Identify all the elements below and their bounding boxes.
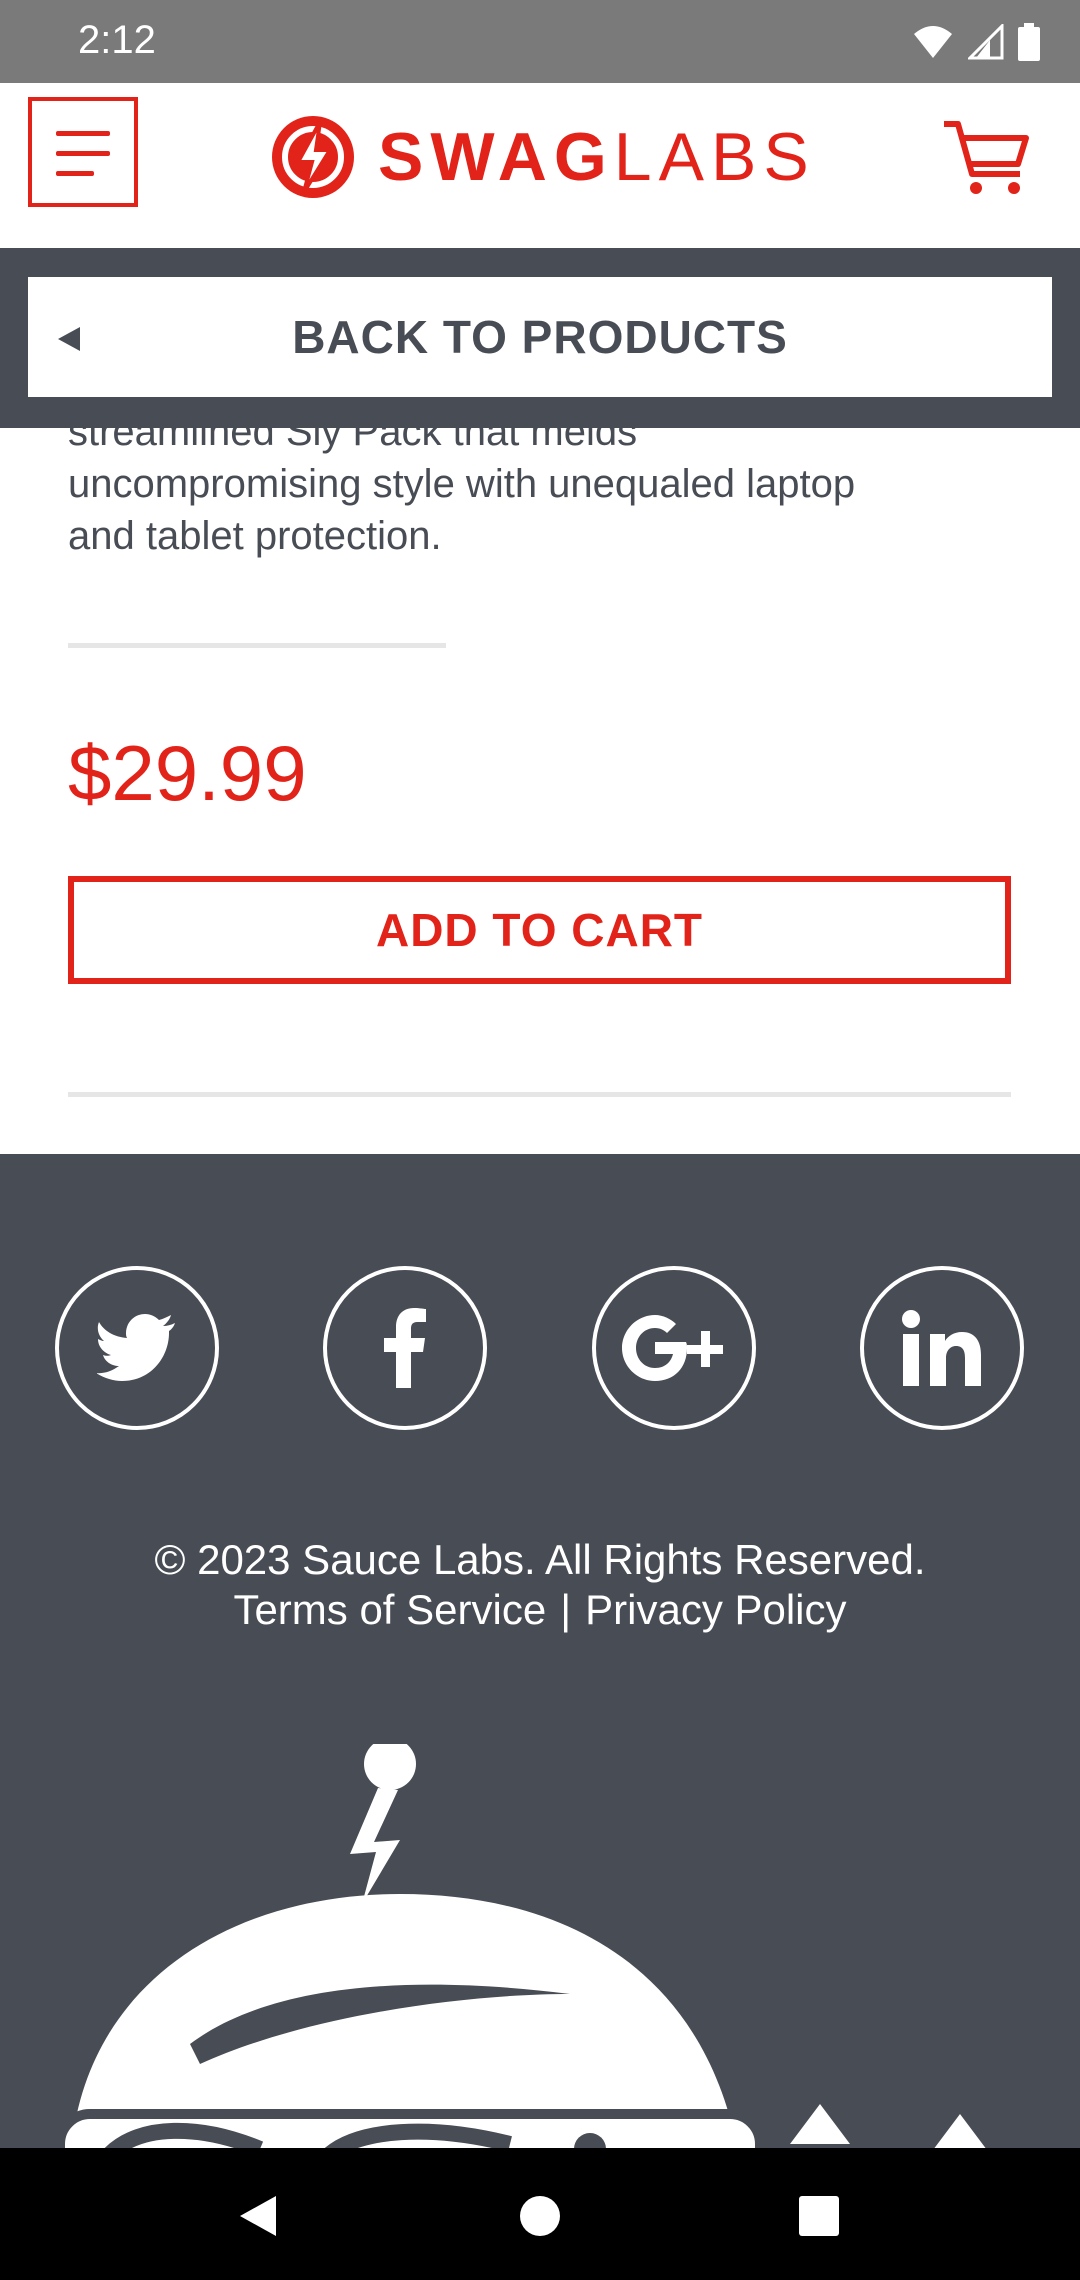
- twitter-button[interactable]: [55, 1266, 219, 1430]
- description-line: uncompromising style with unequaled lapt…: [68, 462, 856, 506]
- description-line: and tablet protection.: [68, 514, 442, 558]
- signal-icon: [968, 24, 1004, 60]
- privacy-policy-link[interactable]: Privacy Policy: [585, 1586, 846, 1634]
- cart-icon: [944, 121, 1029, 194]
- swag-bot-mascot-icon: [55, 1744, 986, 2148]
- description-line: streamlined Sly Pack that melds: [68, 428, 638, 454]
- back-nav-icon[interactable]: [236, 2194, 280, 2238]
- menu-button[interactable]: [28, 97, 138, 207]
- google-plus-icon: [622, 1315, 723, 1381]
- system-nav-bar: [0, 2148, 1080, 2280]
- facebook-icon: [384, 1308, 426, 1388]
- status-bar: 2:12: [0, 0, 1080, 83]
- linkedin-icon: [902, 1310, 981, 1386]
- link-separator: |: [560, 1586, 572, 1633]
- status-time: 2:12: [78, 18, 156, 62]
- add-to-cart-label: ADD TO CART: [375, 904, 704, 956]
- back-to-products-label: BACK TO PRODUCTS: [292, 311, 788, 363]
- home-nav-icon[interactable]: [518, 2194, 562, 2238]
- logo-text-bold: SWAG: [378, 119, 614, 195]
- logo-text-light: LABS: [613, 119, 816, 195]
- facebook-button[interactable]: [323, 1266, 487, 1430]
- back-bar: BACK TO PRODUCTS: [0, 248, 1080, 428]
- google-plus-button[interactable]: [592, 1266, 756, 1430]
- short-divider: [68, 643, 446, 648]
- footer-links: Terms of Service | Privacy Policy: [0, 1586, 1080, 1634]
- linkedin-button[interactable]: [860, 1266, 1024, 1430]
- product-details: streamlined Sly Pack that melds uncompro…: [0, 428, 1080, 1154]
- battery-icon: [1018, 23, 1040, 61]
- product-description: streamlined Sly Pack that melds uncompro…: [68, 428, 1028, 562]
- long-divider: [68, 1092, 1011, 1097]
- wifi-icon: [914, 26, 952, 58]
- back-arrow-icon: [58, 327, 80, 351]
- recents-nav-icon[interactable]: [798, 2195, 840, 2237]
- footer: © 2023 Sauce Labs. All Rights Reserved. …: [0, 1154, 1080, 2148]
- back-to-products-button[interactable]: BACK TO PRODUCTS: [28, 277, 1052, 397]
- app-header: SWAGLABS: [0, 83, 1080, 248]
- product-price: $29.99: [68, 729, 307, 817]
- lightning-logo-icon: [272, 116, 354, 198]
- copyright-text: © 2023 Sauce Labs. All Rights Reserved.: [154, 1536, 926, 1583]
- swag-labs-logo: SWAGLABS: [270, 107, 816, 207]
- twitter-icon: [97, 1314, 175, 1381]
- logo-text: SWAGLABS: [378, 118, 816, 196]
- cart-button[interactable]: [942, 108, 1032, 198]
- add-to-cart-button[interactable]: ADD TO CART: [68, 876, 1011, 984]
- status-icons: [912, 22, 1040, 62]
- terms-of-service-link[interactable]: Terms of Service: [233, 1586, 546, 1634]
